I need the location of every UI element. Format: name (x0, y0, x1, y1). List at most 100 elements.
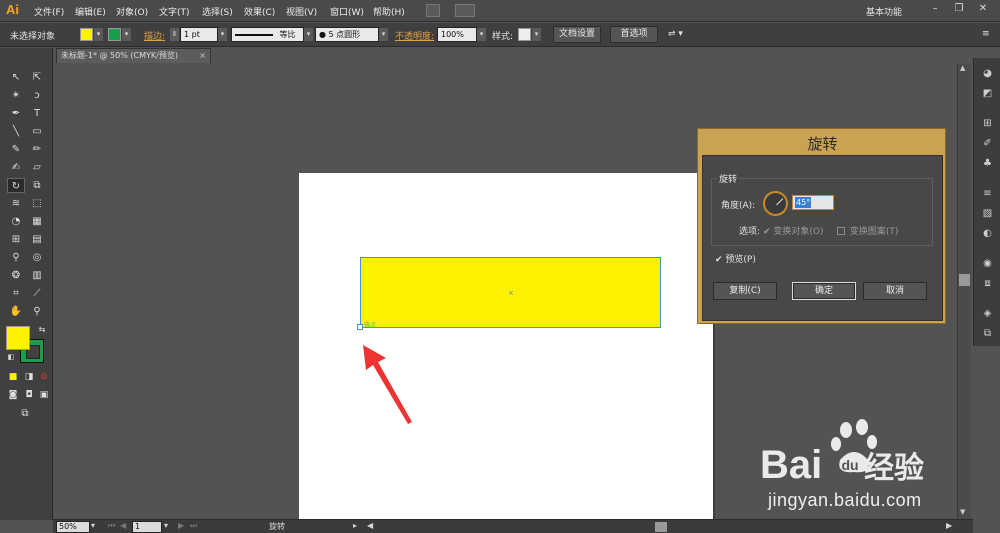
preview-option[interactable]: ✔ 预览(P) (715, 252, 756, 265)
blend-tool-icon[interactable]: ◎ (28, 250, 46, 265)
layers-panel-icon[interactable]: ◈ (979, 306, 996, 321)
panel-menu-icon[interactable]: ≡ (982, 29, 990, 39)
eyedropper-tool-icon[interactable]: ⚲ (7, 250, 25, 265)
arrange-documents-icon[interactable] (455, 4, 475, 17)
color-guide-icon[interactable]: ◩ (979, 86, 996, 101)
ok-button[interactable]: 确定 (792, 282, 856, 300)
close-tab-icon[interactable]: × (199, 49, 206, 63)
brush-dropdown-icon[interactable]: ▾ (379, 28, 388, 41)
menu-edit[interactable]: 编辑(E) (75, 5, 106, 18)
first-page-icon[interactable]: ⏮ (108, 521, 115, 531)
bridge-icon[interactable] (426, 4, 440, 17)
selection-tool-icon[interactable]: ↖ (7, 70, 25, 85)
fill-dropdown-icon[interactable]: ▾ (94, 28, 103, 41)
column-graph-tool-icon[interactable]: ▥ (28, 268, 46, 283)
graphic-style-swatch[interactable] (518, 28, 531, 41)
brushes-panel-icon[interactable]: ✐ (979, 136, 996, 151)
color-panel-icon[interactable]: ◕ (979, 66, 996, 81)
swap-fill-stroke-icon[interactable]: ⇆ (33, 322, 51, 337)
angle-dial-icon[interactable] (763, 191, 788, 216)
draw-inside-icon[interactable]: ▣ (35, 388, 53, 403)
stroke-weight-dropdown-icon[interactable]: ▾ (218, 28, 227, 41)
stroke-weight-field[interactable]: 1 pt (180, 27, 218, 42)
variable-width-profile[interactable]: 等比 (231, 27, 304, 42)
transform-patterns-option[interactable]: 变换图案(T) (837, 224, 898, 237)
zoom-dropdown-icon[interactable]: ▾ (91, 521, 95, 530)
copy-button[interactable]: 复制(C) (713, 282, 777, 300)
menu-select[interactable]: 选择(S) (202, 5, 233, 18)
status-menu-icon[interactable]: ▸ (353, 521, 357, 530)
profile-dropdown-icon[interactable]: ▾ (304, 28, 313, 41)
perspective-grid-tool-icon[interactable]: ▦ (28, 214, 46, 229)
next-page-icon[interactable]: ▶ (178, 521, 184, 530)
preferences-button[interactable]: 首选项 (610, 26, 658, 43)
zoom-field[interactable]: 50% (56, 521, 90, 533)
vertical-scrollbar[interactable]: ▲ ▼ (957, 64, 971, 520)
menu-file[interactable]: 文件(F) (34, 5, 64, 18)
opacity-field[interactable]: 100% (437, 27, 477, 42)
scroll-down-icon[interactable]: ▼ (960, 508, 965, 516)
mesh-tool-icon[interactable]: ⊞ (7, 232, 25, 247)
page-dropdown-icon[interactable]: ▾ (164, 521, 168, 530)
shape-builder-tool-icon[interactable]: ◔ (7, 214, 25, 229)
zoom-tool-icon[interactable]: ⚲ (28, 304, 46, 319)
scale-tool-icon[interactable]: ⧉ (28, 178, 46, 193)
fill-color-box[interactable] (6, 326, 30, 350)
stroke-dropdown-icon[interactable]: ▾ (122, 28, 131, 41)
symbols-panel-icon[interactable]: ♣ (979, 156, 996, 171)
swatches-panel-icon[interactable]: ⊞ (979, 116, 996, 131)
pencil-tool-icon[interactable]: ✏ (28, 142, 46, 157)
none-mode-icon[interactable]: ⊘ (35, 370, 53, 385)
gradient-panel-icon[interactable]: ▧ (979, 206, 996, 221)
artboards-panel-icon[interactable]: ⧉ (979, 326, 996, 341)
menu-type[interactable]: 文字(T) (159, 5, 190, 18)
angle-input[interactable]: 45° (792, 195, 834, 210)
magic-wand-tool-icon[interactable]: ✴ (7, 88, 25, 103)
width-tool-icon[interactable]: ≋ (7, 196, 25, 211)
horizontal-scroll-thumb[interactable] (655, 522, 667, 532)
fill-color-swatch[interactable] (80, 28, 93, 41)
stroke-panel-icon[interactable]: ≡ (979, 186, 996, 201)
line-tool-icon[interactable]: ╲ (7, 124, 25, 139)
restore-icon[interactable]: ❐ (950, 1, 968, 16)
slice-tool-icon[interactable]: ⟋ (28, 286, 46, 301)
menu-help[interactable]: 帮助(H) (373, 5, 405, 18)
pen-tool-icon[interactable]: ✒ (7, 106, 25, 121)
gradient-tool-icon[interactable]: ▤ (28, 232, 46, 247)
menu-view[interactable]: 视图(V) (286, 5, 317, 18)
stroke-label[interactable]: 描边: (144, 29, 165, 42)
symbol-sprayer-tool-icon[interactable]: ❂ (7, 268, 25, 283)
vertical-scroll-thumb[interactable] (959, 274, 970, 286)
rotate-tool-icon[interactable]: ↻ (7, 178, 25, 193)
transform-objects-option[interactable]: ✔ 变换对象(O) (763, 224, 824, 237)
style-dropdown-icon[interactable]: ▾ (532, 28, 541, 41)
scroll-left-icon[interactable]: ◀ (367, 521, 373, 530)
paintbrush-tool-icon[interactable]: ✎ (7, 142, 25, 157)
lasso-tool-icon[interactable]: ↄ (28, 88, 46, 103)
arrange-icon[interactable]: ⇌ ▾ (668, 29, 683, 39)
screen-mode-icon[interactable]: ⧉ (16, 406, 34, 421)
minimize-icon[interactable]: – (926, 1, 944, 16)
anchor-point-handle[interactable] (357, 324, 363, 330)
scroll-up-icon[interactable]: ▲ (960, 64, 965, 72)
blob-brush-tool-icon[interactable]: ✍ (7, 160, 25, 175)
appearance-panel-icon[interactable]: ◉ (979, 256, 996, 271)
page-field[interactable]: 1 (132, 521, 162, 533)
type-tool-icon[interactable]: T (28, 106, 46, 121)
opacity-dropdown-icon[interactable]: ▾ (477, 28, 486, 41)
cancel-button[interactable]: 取消 (863, 282, 927, 300)
workspace-switcher[interactable]: 基本功能 (866, 5, 902, 18)
brush-definition[interactable]: ● 5 点圆形 (315, 27, 379, 42)
document-tab[interactable]: 未标题-1* @ 50% (CMYK/预览) × (56, 48, 211, 63)
transform-patterns-checkbox[interactable] (837, 227, 845, 235)
close-icon[interactable]: ✕ (974, 1, 992, 16)
stroke-weight-stepper[interactable]: ⇕ (170, 28, 179, 41)
transparency-panel-icon[interactable]: ◐ (979, 226, 996, 241)
menu-effect[interactable]: 效果(C) (244, 5, 275, 18)
document-setup-button[interactable]: 文档设置 (553, 26, 601, 43)
eraser-tool-icon[interactable]: ▱ (28, 160, 46, 175)
opacity-label[interactable]: 不透明度: (395, 29, 434, 42)
stroke-color-swatch[interactable] (108, 28, 121, 41)
rectangle-tool-icon[interactable]: ▭ (28, 124, 46, 139)
last-page-icon[interactable]: ⏭ (190, 521, 197, 531)
